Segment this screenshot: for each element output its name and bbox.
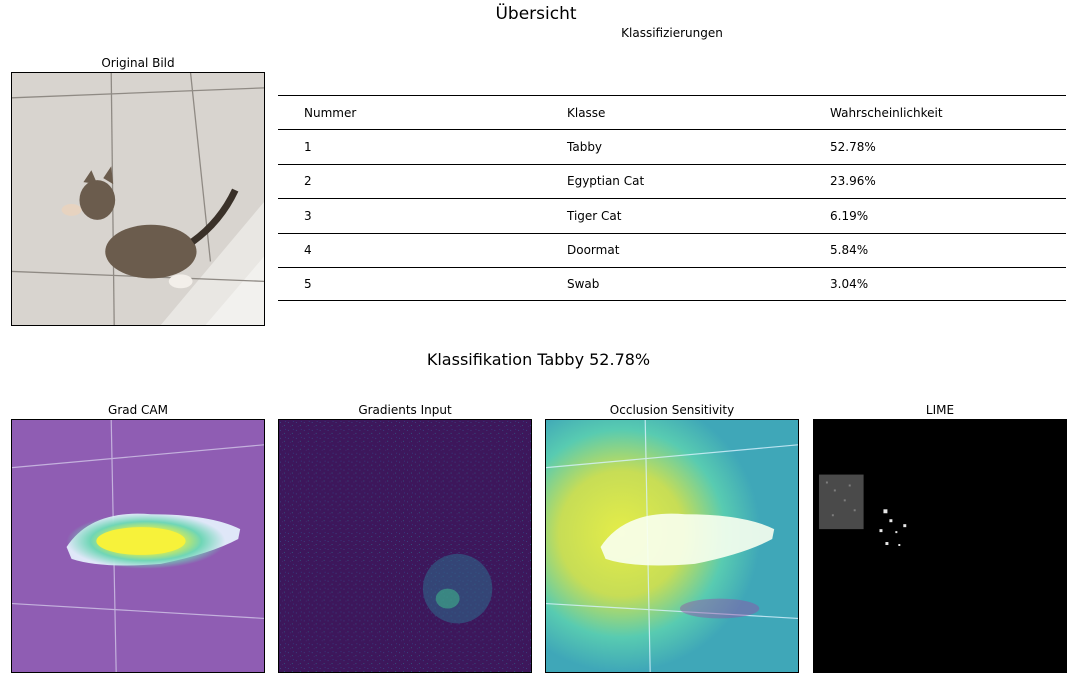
row-probability: 52.78%	[830, 140, 876, 155]
table-row: 4 Doormat 5.84%	[278, 232, 1066, 267]
row-number: 1	[304, 140, 312, 155]
page-title: Übersicht	[495, 4, 577, 24]
table-row: 2 Egyptian Cat 23.96%	[278, 163, 1066, 198]
row-number: 4	[304, 243, 312, 258]
column-header-number: Nummer	[304, 105, 357, 120]
column-header-class: Klasse	[567, 105, 606, 120]
row-number: 2	[304, 174, 312, 189]
row-class: Swab	[567, 277, 600, 292]
row-probability: 5.84%	[830, 243, 869, 258]
original-image	[11, 72, 265, 326]
table-title: Klassifizierungen	[621, 26, 723, 40]
original-image-title: Original Bild	[101, 56, 175, 70]
lime-map	[813, 419, 1067, 673]
occlusion-sensitivity-title: Occlusion Sensitivity	[609, 403, 735, 417]
row-class: Doormat	[567, 243, 620, 258]
gradcam-heatmap	[11, 419, 265, 673]
occlusion-sensitivity-map	[545, 419, 799, 673]
gradients-input-title: Gradients Input	[358, 403, 452, 417]
row-number: 3	[304, 208, 312, 223]
row-probability: 3.04%	[830, 277, 869, 292]
row-probability: 6.19%	[830, 208, 869, 223]
classification-table: Nummer Klasse Wahrscheinlichkeit 1 Tabby…	[278, 95, 1066, 302]
table-row: 5 Swab 3.04%	[278, 266, 1066, 302]
row-class: Tiger Cat	[567, 208, 622, 223]
lime-title: LIME	[925, 403, 955, 417]
gradcam-title: Grad CAM	[108, 403, 168, 417]
table-header-row: Nummer Klasse Wahrscheinlichkeit	[278, 95, 1066, 129]
gradients-input-map	[278, 419, 532, 673]
table-row: 1 Tabby 52.78%	[278, 129, 1066, 163]
row-number: 5	[304, 277, 312, 292]
classification-summary-title: Klassifikation Tabby 52.78%	[426, 350, 651, 369]
row-class: Tabby	[567, 140, 603, 155]
row-probability: 23.96%	[830, 174, 876, 189]
row-class: Egyptian Cat	[567, 174, 645, 189]
column-header-probability: Wahrscheinlichkeit	[830, 105, 943, 120]
table-row: 3 Tiger Cat 6.19%	[278, 198, 1066, 232]
